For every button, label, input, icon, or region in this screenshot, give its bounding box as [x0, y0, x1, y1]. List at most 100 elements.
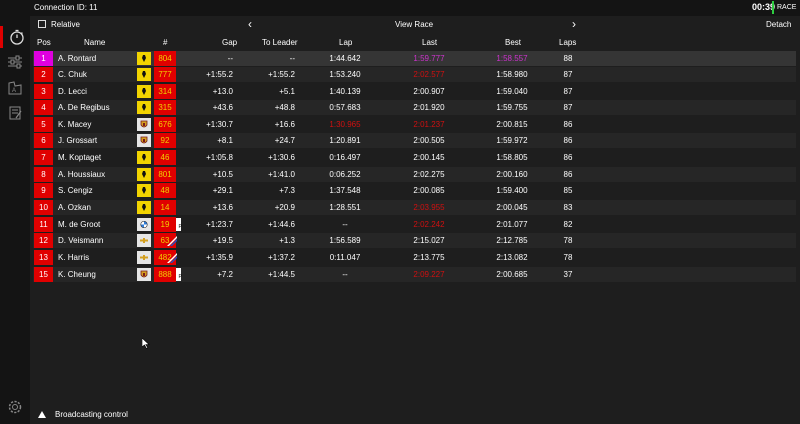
driver-name: K. Harris: [58, 253, 90, 262]
position-badge: 2: [34, 67, 53, 82]
position-number: 12: [39, 236, 48, 245]
position-number: 1: [41, 54, 46, 63]
driver-name: A. Ozkan: [58, 203, 91, 212]
session-type-badge: RACE: [772, 1, 796, 14]
class-stripe-icon: [167, 253, 177, 263]
table-row[interactable]: 12 D. Veismann 63 +19.5 +1.3 1:56.589 2:15.027…: [33, 233, 796, 248]
car-number: 315: [158, 103, 172, 112]
position-badge: 12: [34, 233, 53, 248]
table-row[interactable]: 11 M. de Groot 19 P +1:23.7 +1:44.6 -- 2:02.242…: [33, 217, 796, 232]
gap-value: +29.1: [212, 186, 233, 195]
to-leader-value: +1:37.2: [268, 253, 295, 262]
relative-checkbox[interactable]: [38, 20, 46, 28]
header-number: #: [163, 38, 168, 47]
pit-flag: P: [176, 218, 182, 231]
table-row[interactable]: 6 J. Grossart 92 +8.1 +24.7 1:20.891 2:00.505 1…: [33, 133, 796, 148]
laps-count: 86: [563, 136, 573, 145]
table-row[interactable]: 2 C. Chuk 777 +1:55.2 +1:55.2 1:53.240 2:02.57…: [33, 67, 796, 82]
position-number: 2: [41, 70, 46, 79]
chevrolet-logo-icon: [137, 251, 151, 264]
driver-name: D. Lecci: [58, 87, 87, 96]
car-number-badge: 46: [154, 150, 176, 165]
detach-button[interactable]: Detach: [766, 20, 791, 29]
best-lap-time: 1:58.980: [496, 70, 528, 79]
driver-name: A. De Regibus: [58, 103, 110, 112]
table-row[interactable]: 1 A. Rontard 804 -- -- 1:44.642 1:59.777 1:58.5…: [33, 51, 796, 66]
notepad-icon: [9, 106, 22, 120]
header-name: Name: [84, 38, 106, 47]
car-number-badge: 801: [154, 167, 176, 182]
position-number: 3: [41, 87, 46, 96]
gap-value: +1:30.7: [206, 120, 233, 129]
driver-name: K. Macey: [58, 120, 92, 129]
to-leader-value: +1:44.6: [268, 220, 295, 229]
previous-view-button[interactable]: ‹: [248, 17, 252, 31]
laps-count: 87: [563, 103, 573, 112]
sliders-icon: [8, 55, 22, 69]
best-lap-time: 2:12.785: [496, 236, 528, 245]
chevrolet-logo-icon: [137, 234, 151, 247]
next-view-button[interactable]: ›: [572, 17, 576, 31]
gap-value: +13.0: [212, 87, 233, 96]
last-lap-time: 2:02.275: [413, 170, 445, 179]
best-lap-time: 1:59.755: [496, 103, 528, 112]
laps-count: 82: [563, 220, 573, 229]
table-row[interactable]: 9 S. Cengiz 48 +29.1 +7.3 1:37.548 2:00.085 1:5…: [33, 183, 796, 198]
current-lap-time: 1:37.548: [329, 186, 361, 195]
car-number-badge: 14: [154, 200, 176, 215]
sidebar-gear-button[interactable]: [0, 396, 30, 418]
best-lap-time: 2:01.077: [496, 220, 528, 229]
car-number-badge: 19: [154, 217, 176, 232]
header-best: Best: [505, 38, 522, 47]
gap-value: +1:55.2: [206, 70, 233, 79]
gear-icon: [8, 400, 22, 414]
sidebar-notes-button[interactable]: [0, 102, 30, 124]
car-number: 19: [160, 220, 170, 229]
laps-count: 78: [563, 253, 573, 262]
position-number: 13: [39, 253, 48, 262]
gap-value: +1:35.9: [206, 253, 233, 262]
to-leader-value: +24.7: [274, 136, 295, 145]
current-lap-time: 1:28.551: [329, 203, 361, 212]
table-row[interactable]: 7 M. Koptaget 46 +1:05.8 +1:30.6 0:16.497 2:00…: [33, 150, 796, 165]
gap-value: +19.5: [212, 236, 233, 245]
table-row[interactable]: 13 K. Harris 482 +1:35.9 +1:37.2 0:11.047 2:13…: [33, 250, 796, 265]
last-lap-time: 2:15.027: [413, 236, 445, 245]
sidebar-settings-sliders-button[interactable]: [0, 51, 30, 73]
car-number-badge: 804: [154, 51, 176, 66]
last-lap-time: 2:00.907: [413, 87, 445, 96]
table-row[interactable]: 3 D. Lecci 314 +13.0 +5.1 1:40.139 2:00.907 1:5…: [33, 84, 796, 99]
current-lap-time: 1:44.642: [329, 54, 361, 63]
table-row[interactable]: 10 A. Ozkan 14 +13.6 +20.9 1:28.551 2:03.955 2:…: [33, 200, 796, 215]
last-lap-time: 2:01.920: [413, 103, 445, 112]
class-stripe-icon: [167, 236, 177, 246]
table-row[interactable]: 15 K. Cheung 888 P +7.2 +1:44.5 -- 2:09.227 2:00…: [33, 267, 796, 282]
table-row[interactable]: 8 A. Houssiaux 801 +10.5 +1:41.0 0:06.252 2:02…: [33, 167, 796, 182]
car-number-badge: 48: [154, 183, 176, 198]
driver-name: M. Koptaget: [58, 153, 102, 162]
to-leader-value: +20.9: [274, 203, 295, 212]
table-row[interactable]: 5 K. Macey 676 +1:30.7 +16.6 1:30.965 2:01.237…: [33, 117, 796, 132]
ferrari-logo-icon: [137, 168, 151, 181]
ferrari-logo-icon: [137, 85, 151, 98]
sidebar-timing-button[interactable]: [0, 26, 30, 48]
sidebar-track-button[interactable]: A: [0, 77, 30, 99]
position-number: 7: [41, 153, 46, 162]
driver-name: A. Houssiaux: [58, 170, 106, 179]
car-number-badge: 92: [154, 133, 176, 148]
position-number: 15: [39, 270, 48, 279]
ferrari-logo-icon: [137, 101, 151, 114]
driver-name: M. de Groot: [58, 220, 101, 229]
to-leader-value: +1:30.6: [268, 153, 295, 162]
last-lap-time: 2:00.145: [413, 153, 445, 162]
driver-name: J. Grossart: [58, 136, 98, 145]
ferrari-logo-icon: [137, 184, 151, 197]
best-lap-time: 2:00.045: [496, 203, 528, 212]
current-lap-time: 1:30.965: [329, 120, 361, 129]
broadcasting-control-label: Broadcasting control: [55, 410, 128, 419]
laps-count: 87: [563, 70, 573, 79]
table-row[interactable]: 4 A. De Regibus 315 +43.6 +48.8 0:57.683 2:01.…: [33, 100, 796, 115]
best-lap-time: 2:00.815: [496, 120, 528, 129]
porsche-logo-icon: [137, 134, 151, 147]
laps-count: 37: [563, 270, 573, 279]
